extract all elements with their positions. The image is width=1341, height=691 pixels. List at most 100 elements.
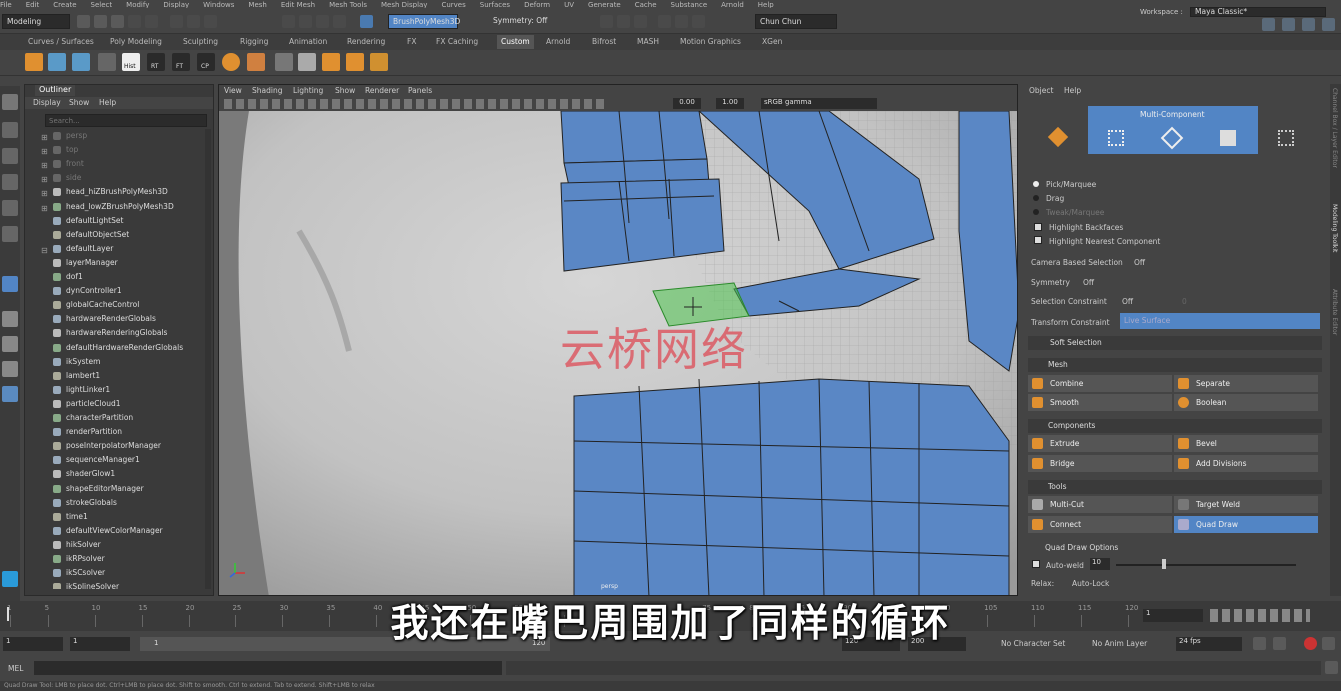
outliner-item[interactable]: time1 — [25, 510, 205, 524]
tweak-marquee-radio[interactable] — [1033, 209, 1039, 215]
outliner-menu-help[interactable]: Help — [99, 98, 116, 107]
mel-label[interactable]: MEL — [8, 664, 23, 673]
mtk-menu-object[interactable]: Object — [1029, 86, 1053, 95]
shelf-tab[interactable]: Sculpting — [183, 37, 218, 46]
select-object-icon[interactable] — [187, 15, 200, 28]
mtk-menu-help[interactable]: Help — [1064, 86, 1081, 95]
viewport-menu-item[interactable]: Show — [335, 86, 355, 95]
smooth-button[interactable]: Smooth — [1028, 394, 1172, 411]
new-scene-icon[interactable] — [77, 15, 90, 28]
drag-radio[interactable] — [1033, 195, 1039, 201]
shelf-tab[interactable]: Custom — [497, 35, 534, 49]
connect-button[interactable]: Connect — [1028, 516, 1172, 533]
history-icon[interactable]: Hist — [122, 53, 140, 71]
shelf-tab[interactable]: XGen — [762, 37, 782, 46]
select-component-icon[interactable] — [204, 15, 217, 28]
auto-weld-slider[interactable] — [1116, 564, 1296, 566]
outliner-item[interactable]: defaultLightSet — [25, 214, 205, 228]
extrude-button[interactable]: Extrude — [1028, 435, 1172, 452]
move-tool-icon[interactable] — [2, 174, 18, 190]
four-pane-icon[interactable] — [2, 336, 18, 352]
outliner-item[interactable]: ikSplineSolver — [25, 580, 205, 589]
render-icon[interactable] — [600, 15, 613, 28]
toggle-attribute-editor-icon[interactable] — [1282, 18, 1295, 31]
outliner-item[interactable]: ⊞ side — [25, 171, 205, 185]
outliner-item[interactable]: lambert1 — [25, 369, 205, 383]
symmetry-dropdown[interactable]: Symmetry: Off — [489, 14, 573, 29]
outliner-item[interactable]: sequenceManager1 — [25, 453, 205, 467]
script-editor-icon[interactable] — [1325, 661, 1338, 674]
viewport-menu-item[interactable]: Shading — [252, 86, 282, 95]
workspace-dropdown[interactable]: Maya Classic* — [1190, 7, 1326, 17]
shelf-tool-icon[interactable] — [48, 53, 66, 71]
object-mode-icon[interactable] — [1047, 126, 1069, 148]
outliner-item[interactable]: hikSolver — [25, 538, 205, 552]
shelf-tool-icon[interactable] — [98, 53, 116, 71]
highlight-nearest-checkbox[interactable] — [1034, 236, 1042, 244]
shelf-tab[interactable]: FX — [407, 37, 416, 46]
outliner-item[interactable]: defaultHardwareRenderGlobals — [25, 341, 205, 355]
outliner-item[interactable]: poseInterpolatorManager — [25, 439, 205, 453]
select-hierarchy-icon[interactable] — [170, 15, 183, 28]
shelf-tab[interactable]: Bifrost — [592, 37, 616, 46]
transform-constraint-dropdown[interactable]: Live Surface — [1120, 313, 1320, 329]
shelf-tool-icon[interactable] — [72, 53, 90, 71]
outliner-item[interactable]: defaultViewColorManager — [25, 524, 205, 538]
outliner-item[interactable]: lightLinker1 — [25, 383, 205, 397]
outliner-item[interactable]: shapeEditorManager — [25, 482, 205, 496]
outliner-item[interactable]: ⊟ defaultLayer — [25, 242, 205, 256]
boolean-button[interactable]: Boolean — [1174, 394, 1318, 411]
viewport-menu-item[interactable]: View — [224, 86, 242, 95]
outliner-item[interactable]: hardwareRenderGlobals — [25, 312, 205, 326]
mesh-section-header[interactable]: Mesh — [1028, 358, 1322, 372]
side-tab-modeling-toolkit[interactable]: Modeling Toolkit — [1331, 204, 1338, 252]
tools-section-header[interactable]: Tools — [1028, 480, 1322, 494]
toggle-channel-box-icon[interactable] — [1322, 18, 1335, 31]
shelf-tool-icon[interactable] — [322, 53, 340, 71]
freeze-transform-icon[interactable]: FT — [172, 53, 190, 71]
quad-draw-tool-icon[interactable] — [2, 276, 18, 292]
target-weld-button[interactable]: Target Weld — [1174, 496, 1318, 513]
add-divisions-button[interactable]: Add Divisions — [1174, 455, 1318, 472]
colorspace-dropdown[interactable]: sRGB gamma — [761, 98, 877, 109]
outliner-item[interactable]: renderPartition — [25, 425, 205, 439]
outliner-item[interactable]: ikSystem — [25, 355, 205, 369]
outliner-item[interactable]: dof1 — [25, 270, 205, 284]
outliner-menu-display[interactable]: Display — [33, 98, 61, 107]
outliner-item[interactable]: ⊞ front — [25, 157, 205, 171]
layout-icon[interactable] — [2, 361, 18, 377]
scale-tool-icon[interactable] — [2, 226, 18, 242]
camera-based-selection-value[interactable]: Off — [1134, 258, 1145, 267]
soft-selection-header[interactable]: Soft Selection — [1028, 336, 1322, 350]
shelf-tab[interactable]: MASH — [637, 37, 659, 46]
highlight-backfaces-checkbox[interactable] — [1034, 223, 1042, 231]
vertex-mode-icon[interactable] — [1108, 130, 1124, 146]
shelf-tab[interactable]: Animation — [289, 37, 327, 46]
relax-dropdown[interactable]: Auto-Lock — [1072, 579, 1109, 588]
quad-draw-button[interactable]: Quad Draw — [1174, 516, 1318, 533]
outliner-item[interactable]: characterPartition — [25, 411, 205, 425]
user-account-button[interactable]: Chun Chun — [755, 14, 837, 29]
combine-button[interactable]: Combine — [1028, 375, 1172, 392]
outliner-item[interactable]: ⊞ top — [25, 143, 205, 157]
bridge-button[interactable]: Bridge — [1028, 455, 1172, 472]
symmetry-value[interactable]: Off — [1083, 278, 1094, 287]
edge-mode-icon[interactable] — [1160, 126, 1184, 150]
outliner-item[interactable]: defaultObjectSet — [25, 228, 205, 242]
viewport-menu-item[interactable]: Renderer — [365, 86, 399, 95]
select-tool-icon[interactable] — [2, 94, 18, 110]
playblast-icon[interactable] — [658, 15, 671, 28]
panel-tool-icons[interactable] — [224, 99, 604, 109]
shelf-tool-icon[interactable] — [346, 53, 364, 71]
face-mode-icon[interactable] — [1220, 130, 1236, 146]
components-section-header[interactable]: Components — [1028, 419, 1322, 433]
outliner-scrollbar[interactable] — [205, 129, 211, 589]
pause-icon[interactable] — [692, 15, 705, 28]
outliner-item[interactable]: hardwareRenderingGlobals — [25, 326, 205, 340]
selection-constraint-value[interactable]: Off — [1122, 297, 1133, 306]
rotate-tool-icon[interactable] — [2, 200, 18, 216]
viewport-menu-item[interactable]: Panels — [408, 86, 432, 95]
shelf-tab[interactable]: Poly Modeling — [110, 37, 162, 46]
paint-select-icon[interactable] — [2, 148, 18, 164]
uv-mode-icon[interactable] — [1278, 130, 1294, 146]
